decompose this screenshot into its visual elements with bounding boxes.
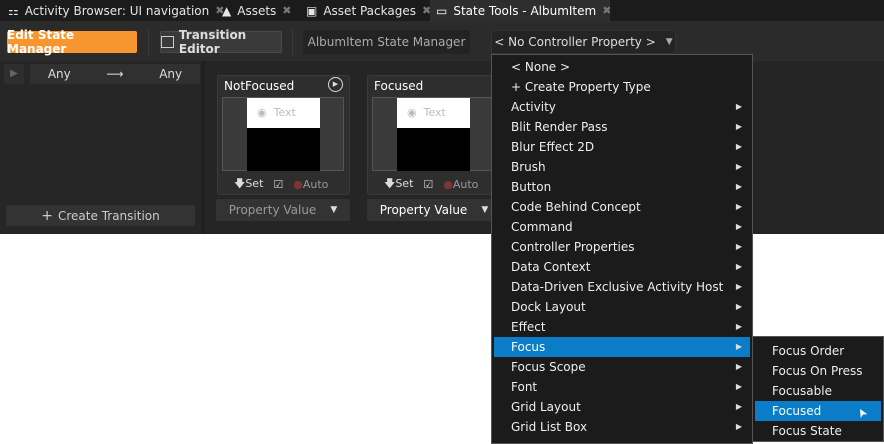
checklist-icon[interactable]: ☑	[423, 178, 433, 191]
submenu-item[interactable]: Focus Order	[755, 341, 881, 361]
state-name: NotFocused	[224, 79, 295, 93]
tab-assets[interactable]: ▲ Assets ✖	[216, 0, 298, 21]
arrow-down-icon: 🡇	[384, 177, 396, 190]
create-transition-button[interactable]: + Create Transition	[6, 205, 195, 226]
assets-icon: ▲	[222, 3, 232, 18]
menu-item[interactable]: Blit Render Pass ▶	[494, 117, 750, 137]
chevron-right-icon: ▶	[735, 202, 742, 211]
record-icon: ●	[293, 178, 303, 191]
menu-item[interactable]: Dock Layout ▶	[494, 297, 750, 317]
close-icon[interactable]: ✖	[282, 4, 291, 17]
chevron-right-icon: ▶	[735, 102, 742, 111]
plus-icon: +	[41, 207, 53, 224]
menu-item[interactable]: < None >	[494, 57, 750, 77]
submenu-item[interactable]: Focused ➤	[755, 401, 881, 421]
chevron-right-icon: ▶	[735, 162, 742, 171]
transition-editor-icon	[161, 36, 174, 48]
arrow-down-icon: 🡇	[234, 177, 246, 190]
state-preview: ◉ Text	[222, 97, 344, 171]
window-icon: ▭	[436, 3, 448, 18]
controller-property-menu: < None > + Create Property Type Activity ▶ B…	[491, 54, 753, 444]
divider	[292, 29, 293, 55]
menu-item[interactable]: Brush ▶	[494, 157, 750, 177]
submenu-item[interactable]: Focus On Press	[755, 361, 881, 381]
menu-item[interactable]: Font ▶	[494, 377, 750, 397]
chevron-right-icon: ▶	[735, 402, 742, 411]
menu-item[interactable]: Grid Layout ▶	[494, 397, 750, 417]
focus-submenu: Focus Order Focus On Press Focusable Focuse…	[752, 336, 884, 442]
set-button[interactable]: 🡇Set	[234, 175, 263, 194]
property-value-dropdown[interactable]: Property Value ▼	[216, 199, 350, 221]
state-name: Focused	[374, 79, 424, 93]
divider	[148, 29, 149, 55]
tab-state-tools[interactable]: ▭ State Tools - AlbumItem ✖	[430, 0, 611, 21]
chevron-right-icon: ▶	[735, 322, 742, 331]
menu-item[interactable]: Code Behind Concept ▶	[494, 197, 750, 217]
play-icon[interactable]: ▶	[4, 64, 24, 84]
menu-item[interactable]: Focus ▶	[494, 337, 750, 357]
auto-toggle[interactable]: ●Auto	[443, 178, 478, 191]
state-card-notfocused[interactable]: NotFocused ▶ ◉ Text 🡇Set ☑ ●Auto	[217, 75, 350, 195]
submenu-item[interactable]: Focusable	[755, 381, 881, 401]
state-preview: ◉ Text	[372, 97, 494, 171]
menu-item[interactable]: Effect ▶	[494, 317, 750, 337]
property-value-dropdown[interactable]: Property Value ▼	[367, 199, 501, 221]
edit-state-manager-button[interactable]: Edit State Manager	[7, 28, 137, 56]
checklist-icon[interactable]: ☑	[273, 178, 283, 191]
state-card-focused[interactable]: Focused ◉ Text 🡇Set ☑ ●Auto	[367, 75, 500, 195]
chevron-right-icon: ▶	[735, 362, 742, 371]
chevron-right-icon: ▶	[735, 342, 742, 351]
chevron-right-icon: ▶	[735, 142, 742, 151]
menu-item[interactable]: Command ▶	[494, 217, 750, 237]
menu-item[interactable]: Button ▶	[494, 177, 750, 197]
menu-item[interactable]: Blur Effect 2D ▶	[494, 137, 750, 157]
chevron-right-icon: ▶	[735, 222, 742, 231]
radio-icon: ◉	[257, 106, 267, 119]
submenu-item[interactable]: Focus State	[755, 421, 881, 441]
tab-activity-browser[interactable]: ⚏ Activity Browser: UI navigation ✖	[2, 0, 230, 21]
auto-toggle[interactable]: ●Auto	[293, 178, 328, 191]
tab-asset-packages[interactable]: ▣ Asset Packages ✖	[300, 0, 437, 21]
chevron-right-icon: ▶	[735, 262, 742, 271]
chevron-right-icon: ▶	[735, 182, 742, 191]
transition-editor-button[interactable]: Transition Editor	[160, 28, 282, 56]
menu-item[interactable]: Controller Properties ▶	[494, 237, 750, 257]
menu-item[interactable]: Data Context ▶	[494, 257, 750, 277]
menu-item[interactable]: Focus Scope ▶	[494, 357, 750, 377]
menu-item[interactable]: Data-Driven Exclusive Activity Host ▶	[494, 277, 750, 297]
chevron-down-icon: ▼	[330, 205, 338, 215]
transition-row[interactable]: Any ⟶ Any	[30, 64, 200, 84]
chevron-right-icon: ▶	[735, 422, 742, 431]
menu-item[interactable]: Grid List Box ▶	[494, 417, 750, 437]
package-icon: ▣	[306, 3, 318, 18]
menu-item[interactable]: + Create Property Type	[494, 77, 750, 97]
arrow-right-icon: ⟶	[106, 67, 124, 81]
radio-icon: ◉	[407, 106, 417, 119]
chevron-right-icon: ▶	[735, 282, 742, 291]
chevron-down-icon: ▼	[481, 205, 489, 215]
close-icon[interactable]: ✖	[602, 4, 611, 17]
chevron-right-icon: ▶	[735, 242, 742, 251]
play-circle-icon[interactable]: ▶	[328, 77, 343, 92]
hierarchy-icon: ⚏	[8, 3, 19, 18]
tab-bar: ⚏ Activity Browser: UI navigation ✖ ▲ As…	[0, 0, 884, 21]
menu-item[interactable]: Activity ▶	[494, 97, 750, 117]
record-icon: ●	[443, 178, 453, 191]
set-button[interactable]: 🡇Set	[384, 175, 413, 194]
chevron-down-icon: ▼	[665, 37, 673, 47]
mouse-cursor-icon: ➤	[853, 405, 871, 421]
chevron-right-icon: ▶	[735, 382, 742, 391]
chevron-right-icon: ▶	[735, 122, 742, 131]
transitions-panel: ▶ Any ⟶ Any + Create Transition	[0, 61, 204, 234]
controller-property-dropdown[interactable]: < No Controller Property > ▼	[491, 30, 676, 54]
chevron-right-icon: ▶	[735, 302, 742, 311]
state-manager-name: AlbumItem State Manager	[303, 30, 470, 54]
